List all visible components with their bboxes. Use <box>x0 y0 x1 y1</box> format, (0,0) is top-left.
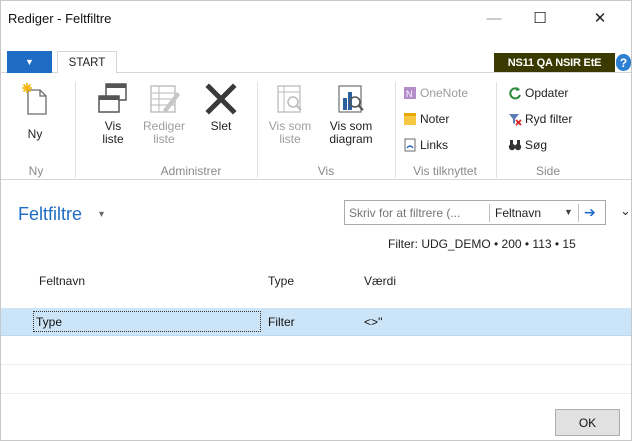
binoculars-icon <box>508 139 522 150</box>
group-label-side: Side <box>535 164 561 178</box>
new-label: Ny <box>27 127 43 141</box>
table-row[interactable] <box>1 337 631 365</box>
onenote-label: OneNote <box>420 85 469 100</box>
column-header-type[interactable]: Type <box>268 274 294 288</box>
search-button[interactable]: Søg <box>508 136 547 153</box>
view-as-list-label: Vis som liste <box>268 119 312 146</box>
company-badge: NS11 QA NSIR EtE <box>494 53 615 72</box>
ribbon-tab-row: ▼ START NS11 QA NSIR EtE ? <box>1 51 631 74</box>
delete-x-icon <box>205 83 237 115</box>
dialog-window: Rediger - Feltfiltre — ☐ ✕ ▼ START NS11 … <box>0 0 632 441</box>
edit-list-label: Rediger liste <box>142 119 186 146</box>
delete-button[interactable]: Slet <box>201 82 241 133</box>
links-label: Links <box>420 137 449 152</box>
refresh-button[interactable]: Opdater <box>508 84 568 101</box>
window-title: Rediger - Feltfiltre <box>8 11 112 26</box>
link-icon <box>404 138 416 151</box>
ribbon-separator <box>257 82 258 178</box>
refresh-label: Opdater <box>525 85 569 100</box>
view-chart-icon <box>338 85 364 113</box>
new-button[interactable]: Ny <box>17 82 53 141</box>
links-button[interactable]: Links <box>403 136 448 153</box>
new-document-icon <box>22 83 47 115</box>
filter-field-select[interactable]: Feltnavn <box>495 206 541 220</box>
filter-box: Feltnavn ▼ ➔ <box>344 200 606 225</box>
search-label: Søg <box>525 137 548 152</box>
view-as-list-button[interactable]: Vis som liste <box>265 82 315 146</box>
chevron-down-icon[interactable]: ▼ <box>564 207 573 217</box>
onenote-button[interactable]: N OneNote <box>403 84 468 101</box>
apply-filter-arrow-icon[interactable]: ➔ <box>584 204 596 221</box>
edit-list-button[interactable]: Rediger liste <box>141 82 187 146</box>
maximize-button[interactable]: ☐ <box>517 1 563 35</box>
delete-label: Slet <box>210 119 232 133</box>
ribbon-separator <box>395 82 396 178</box>
page-title[interactable]: Feltfiltre <box>18 204 82 225</box>
clear-filter-button[interactable]: Ryd filter <box>508 110 572 127</box>
group-label-ny: Ny <box>28 164 44 178</box>
notes-button[interactable]: Noter <box>403 110 449 127</box>
cell-feltnavn[interactable]: Type <box>33 311 261 332</box>
minimize-button[interactable]: — <box>471 1 517 35</box>
help-icon[interactable]: ? <box>616 54 631 71</box>
group-label-vis: Vis <box>317 164 335 178</box>
view-list-icon <box>277 85 302 113</box>
tab-start[interactable]: START <box>57 51 117 74</box>
table-row[interactable] <box>1 366 631 394</box>
svg-text:N: N <box>406 89 413 99</box>
refresh-icon <box>509 86 521 99</box>
column-header-feltnavn[interactable]: Feltnavn <box>39 274 85 288</box>
filter-input[interactable] <box>349 204 489 222</box>
notes-icon <box>404 112 416 125</box>
view-as-chart-button[interactable]: Vis som diagram <box>323 82 379 146</box>
column-header-vaerdi[interactable]: Værdi <box>364 274 396 288</box>
close-button[interactable]: ✕ <box>577 1 623 35</box>
group-label-administrer: Administrer <box>160 164 222 178</box>
page-menu-chevron-icon[interactable]: ▾ <box>99 209 104 220</box>
collapse-chevron-icon[interactable]: ⌄ <box>620 203 631 219</box>
ribbon: Ny Ny Vis liste Rediger liste Slet Admin… <box>1 74 631 180</box>
file-menu-button[interactable]: ▼ <box>7 51 52 73</box>
clear-filter-label: Ryd filter <box>525 111 573 126</box>
ok-button[interactable]: OK <box>555 409 620 436</box>
ribbon-separator <box>75 82 76 178</box>
onenote-icon: N <box>404 86 416 99</box>
group-label-vis-tilknyttet: Vis tilknyttet <box>413 164 477 178</box>
cell-type[interactable]: Filter <box>268 315 295 329</box>
cell-vaerdi[interactable]: <>'' <box>364 315 383 329</box>
filter-info: Filter: UDG_DEMO • 200 • 113 • 15 <box>388 237 576 251</box>
list-windows-icon <box>98 83 127 113</box>
filter-divider <box>578 204 579 222</box>
view-as-chart-label: Vis som diagram <box>329 119 373 146</box>
ribbon-separator <box>496 82 497 178</box>
table-row[interactable]: Type Filter <>'' <box>1 308 631 336</box>
edit-table-icon <box>150 85 180 113</box>
filter-divider <box>489 204 490 222</box>
title-bar: Rediger - Feltfiltre — ☐ ✕ <box>1 1 631 37</box>
show-list-label: Vis liste <box>102 119 124 146</box>
show-list-button[interactable]: Vis liste <box>93 82 133 146</box>
notes-label: Noter <box>420 111 450 126</box>
clear-filter-icon <box>509 113 522 126</box>
